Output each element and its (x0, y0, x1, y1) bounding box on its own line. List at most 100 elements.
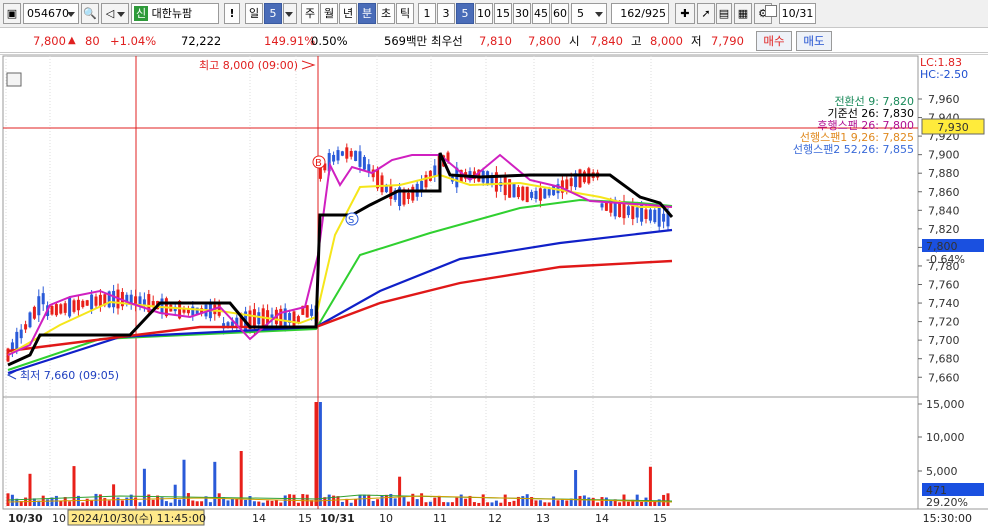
volume-bar (195, 501, 199, 506)
grid-icon[interactable]: ▦ (734, 3, 752, 24)
end-time-label: 15:30:00 (923, 512, 972, 525)
volume-bar (596, 502, 600, 506)
candle-body (37, 296, 41, 316)
volume-bar (301, 494, 305, 506)
volume-bar (270, 500, 274, 506)
quote-bar: 7,800 ▲ 80 +1.04% 72,222 149.91% 0.50% 5… (0, 29, 988, 53)
crosshair-icon[interactable]: ✚ (675, 3, 695, 24)
date-checkbox[interactable] (765, 5, 777, 17)
volume-bar (525, 494, 529, 506)
volume-bar (112, 484, 116, 506)
candle-body (516, 187, 520, 198)
volume-bar (244, 499, 248, 506)
volume-bar (565, 500, 569, 506)
sell-button[interactable]: 매도 (796, 31, 832, 51)
price-tick-label: 7,960 (928, 93, 960, 106)
volume-bar (666, 493, 670, 506)
panel-toggle-icon[interactable] (6, 72, 22, 87)
candle-body (336, 150, 340, 161)
candle-body (358, 151, 362, 167)
chart-menu-icon[interactable]: ▣ (3, 3, 21, 24)
candle-body (112, 290, 116, 308)
candle-body (15, 331, 19, 350)
volume-bar (521, 496, 525, 506)
candle-body (59, 304, 63, 314)
candle-body (142, 299, 146, 305)
interval-5-button[interactable]: 5 (456, 3, 474, 24)
candle-body (653, 209, 657, 223)
interval-60-button[interactable]: 60 (551, 3, 569, 24)
interval-1-button[interactable]: 1 (418, 3, 436, 24)
volume-tick-label: 15,000 (926, 398, 965, 411)
price-chart-area[interactable]: BS 7,960 7,940 7,920 7,900 7,880 7,860 7,840 7,… (0, 54, 988, 529)
volume-tick-label: 5,000 (926, 465, 958, 478)
volume-bar (103, 498, 107, 506)
volume-bar (604, 497, 608, 506)
period-dropdown[interactable] (283, 3, 297, 24)
candle-body (332, 154, 336, 162)
interval-15-button[interactable]: 15 (494, 3, 512, 24)
candle-body (662, 213, 666, 222)
candle-body (648, 209, 652, 221)
candle-body (32, 306, 36, 319)
baseline-red-line (7, 259, 673, 353)
save-icon[interactable]: ▤ (716, 3, 732, 24)
volume-bar (358, 494, 362, 506)
volume-bar (402, 496, 406, 506)
leading-span-2-line (7, 228, 673, 375)
candle-body (635, 207, 639, 218)
alert-button[interactable]: ! (224, 3, 240, 24)
interval-10-button[interactable]: 10 (475, 3, 493, 24)
buy-button[interactable]: 매수 (756, 31, 792, 51)
high-arrow-icon (301, 60, 316, 70)
volume-bar (156, 495, 160, 506)
volume-bar (503, 494, 507, 506)
speaker-icon[interactable]: ◁ (101, 3, 129, 24)
up-arrow-icon: ▲ (68, 35, 76, 46)
interval-select[interactable]: 5 (571, 3, 607, 24)
period-year-button[interactable]: 년 (339, 3, 357, 24)
candle-body (565, 179, 569, 190)
volume-bar (213, 461, 217, 506)
candle-body (538, 188, 542, 201)
period-week-button[interactable]: 주 (301, 3, 319, 24)
volume-bar (437, 495, 441, 506)
low-price: 7,790 (711, 34, 744, 48)
stock-name-field[interactable]: 신 대한뉴팜 (131, 3, 219, 24)
search-icon[interactable]: 🔍 (81, 3, 99, 24)
volume-bar (618, 502, 622, 506)
candle-body (279, 308, 283, 326)
volume-bar (534, 500, 538, 506)
volume-bar (164, 501, 168, 506)
interval-45-button[interactable]: 45 (532, 3, 550, 24)
period-month-button[interactable]: 월 (320, 3, 338, 24)
volume-bar (420, 493, 424, 506)
volume-bar (274, 499, 278, 506)
period-minute-button[interactable]: 분 (358, 3, 376, 24)
candle-body (19, 329, 23, 339)
period-day-button[interactable]: 일 (245, 3, 263, 24)
volume-bar (371, 500, 375, 506)
drawing-tool-icon[interactable]: ➚ (697, 3, 715, 24)
candle-body (28, 312, 32, 328)
price-tick-label: 7,760 (928, 279, 960, 292)
volume-bar (235, 498, 239, 506)
volume-bar (182, 459, 186, 506)
count-field[interactable]: 162/925 (611, 3, 669, 24)
period-tick-button[interactable]: 틱 (396, 3, 414, 24)
interval-30-button[interactable]: 30 (513, 3, 531, 24)
volume-bar (459, 494, 463, 506)
volume-bar (552, 496, 556, 506)
period-day-value[interactable]: 5 (264, 3, 282, 24)
candle-body (305, 305, 309, 318)
volume-bar (547, 502, 551, 506)
candle-body (543, 188, 547, 199)
stock-code-select[interactable]: 054670 (23, 3, 79, 24)
cursor-price-value: 7,930 (937, 121, 969, 134)
volume-bar (591, 497, 595, 506)
price-tick-label: 7,720 (928, 316, 960, 329)
open-label: 시 (569, 34, 580, 48)
date-field[interactable]: 10/31 (779, 3, 816, 24)
interval-3-button[interactable]: 3 (437, 3, 455, 24)
period-second-button[interactable]: 초 (377, 3, 395, 24)
